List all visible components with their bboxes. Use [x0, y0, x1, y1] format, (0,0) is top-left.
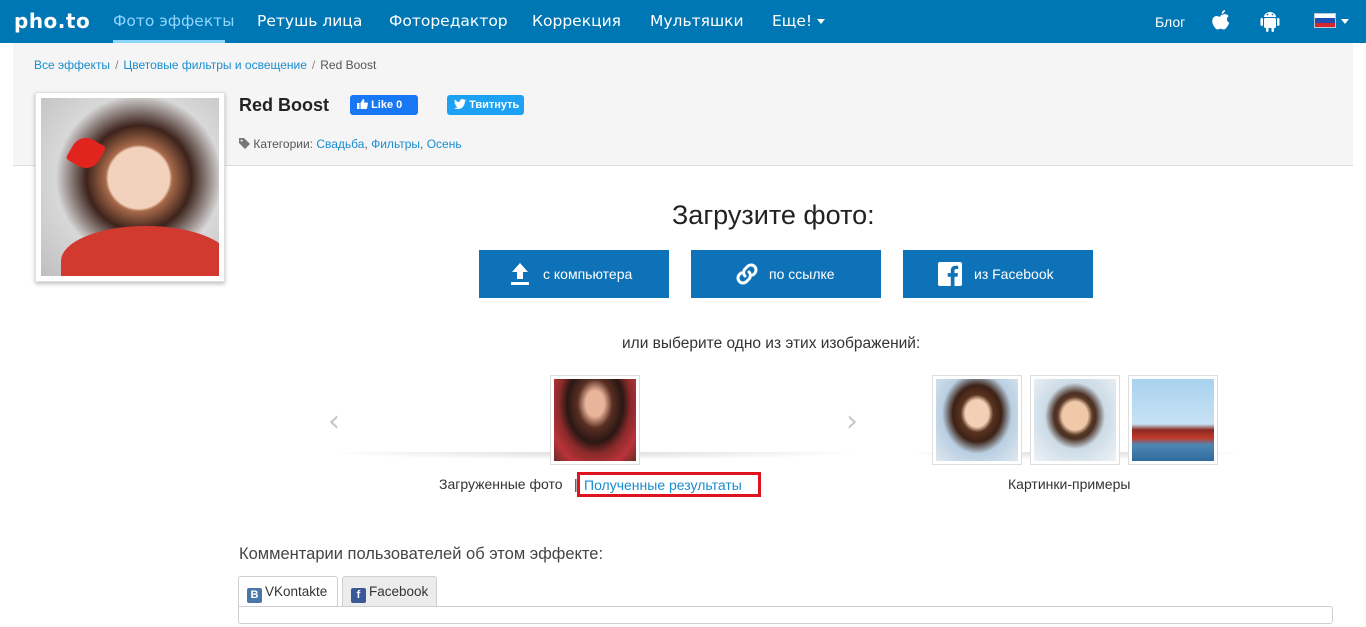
like-label: Like 0 [371, 99, 403, 111]
breadcrumb-color-filters[interactable]: Цветовые фильтры и освещение [123, 58, 307, 72]
tag-icon [239, 138, 250, 149]
preview-photo [41, 98, 219, 276]
upload-from-computer-button[interactable]: с компьютера [479, 250, 669, 298]
breadcrumb-separator: / [311, 58, 316, 72]
categories: Категории: Свадьба, Фильтры, Осень [239, 137, 462, 151]
nav-photo-effects[interactable]: Фото эффекты [113, 12, 234, 30]
breadcrumb-separator: / [115, 58, 119, 72]
uploaded-photo-thumb[interactable] [550, 375, 640, 465]
nav-blog[interactable]: Блог [1155, 14, 1185, 30]
category-wedding[interactable]: Свадьба [316, 137, 364, 151]
effect-title: Red Boost [239, 95, 329, 115]
breadcrumb-current: Red Boost [320, 58, 377, 72]
nav-more-label: Еще! [772, 12, 813, 30]
tab-facebook[interactable]: f Facebook [342, 576, 437, 607]
breadcrumb: Все эффекты / Цветовые фильтры и освещение… [34, 58, 376, 72]
facebook-icon: f [351, 588, 366, 603]
tweet-button[interactable]: Твитнуть [447, 95, 524, 115]
results-link[interactable]: Полученные результаты [577, 472, 761, 497]
example-thumb-ship[interactable] [1128, 375, 1218, 465]
nav-face-retouch[interactable]: Ретушь лица [257, 12, 362, 30]
example-images-label: Картинки-примеры [1008, 476, 1131, 492]
breadcrumb-all-effects[interactable]: Все эффекты [34, 58, 110, 72]
example-thumb-man[interactable] [1030, 375, 1120, 465]
thumbs-up-icon [357, 99, 368, 109]
upload-icon [511, 263, 529, 285]
upload-from-facebook-button[interactable]: из Facebook [903, 250, 1093, 298]
upload-from-computer-label: с компьютера [543, 266, 633, 282]
language-flag-ru[interactable] [1314, 13, 1336, 28]
vk-icon: B [247, 588, 262, 603]
site-logo[interactable]: pho.to [14, 9, 90, 33]
facebook-like-button[interactable]: Like 0 [350, 95, 418, 115]
uploaded-photos-label[interactable]: Загруженные фото [439, 476, 563, 492]
comments-title: Комментарии пользователей об этом эффект… [239, 545, 604, 563]
tab-vkontakte[interactable]: B VKontakte [238, 576, 338, 607]
twitter-bird-icon [454, 99, 466, 110]
upload-by-link-button[interactable]: по ссылке [691, 250, 881, 298]
category-autumn[interactable]: Осень [427, 137, 462, 151]
category-filters[interactable]: Фильтры [371, 137, 420, 151]
android-icon[interactable] [1259, 9, 1281, 38]
gallery-prev-arrow[interactable]: ‹ [328, 404, 340, 439]
example-thumb-woman[interactable] [932, 375, 1022, 465]
upload-from-facebook-label: из Facebook [974, 266, 1054, 282]
link-icon [736, 263, 758, 285]
language-chevron-down-icon[interactable] [1341, 19, 1349, 24]
top-navbar: pho.to Фото эффекты Ретушь лица Фотореда… [0, 0, 1366, 43]
nav-correction[interactable]: Коррекция [532, 12, 621, 30]
tab-facebook-label: Facebook [369, 584, 429, 599]
chevron-down-icon [817, 19, 826, 24]
gallery-next-arrow[interactable]: › [846, 404, 858, 439]
tab-vkontakte-label: VKontakte [265, 584, 328, 599]
nav-cartoons[interactable]: Мультяшки [650, 12, 744, 30]
categories-label: Категории: [253, 137, 313, 151]
facebook-icon [938, 262, 962, 286]
upload-title: Загрузите фото: [672, 200, 875, 230]
tweet-label: Твитнуть [469, 99, 520, 111]
effect-preview-image [35, 92, 225, 282]
nav-photo-editor[interactable]: Фоторедактор [389, 12, 508, 30]
nav-more-dropdown[interactable]: Еще! [772, 12, 826, 30]
upload-by-link-label: по ссылке [769, 266, 835, 282]
choose-image-text: или выберите одно из этих изображений: [622, 335, 921, 352]
apple-icon[interactable] [1210, 9, 1232, 38]
comments-panel [238, 606, 1333, 624]
